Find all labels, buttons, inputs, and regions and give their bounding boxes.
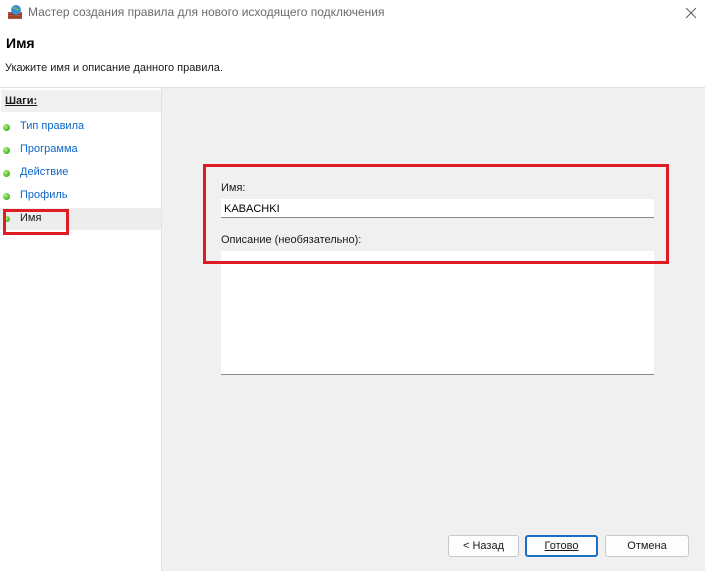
title-bar: Мастер создания правила для нового исход… <box>0 0 705 26</box>
step-label: Тип правила <box>20 120 85 132</box>
steps-sidebar: Шаги: Тип правила Программа Действие Про… <box>0 88 162 571</box>
steps-label: Шаги: <box>5 95 38 107</box>
wizard-header: Имя Укажите имя и описание данного прави… <box>0 26 705 88</box>
steps-header: Шаги: <box>1 90 161 112</box>
close-button[interactable] <box>680 3 702 23</box>
window-title: Мастер создания правила для нового исход… <box>28 5 385 19</box>
step-rule-type[interactable]: Тип правила <box>0 116 161 138</box>
page-title: Имя <box>6 35 35 51</box>
highlight-box-step <box>3 209 69 235</box>
back-button[interactable]: < Назад <box>448 535 519 557</box>
cancel-button[interactable]: Отмена <box>605 535 689 557</box>
step-status-icon <box>3 124 10 131</box>
close-icon <box>685 7 697 19</box>
description-textarea[interactable] <box>221 251 654 375</box>
step-status-icon <box>3 193 10 200</box>
step-profile[interactable]: Профиль <box>0 185 161 207</box>
finish-button[interactable]: Готово <box>525 535 598 557</box>
step-action[interactable]: Действие <box>0 162 161 184</box>
step-label: Действие <box>20 166 69 178</box>
page-subtitle: Укажите имя и описание данного правила. <box>5 62 223 74</box>
highlight-box-fields <box>203 164 669 264</box>
step-label: Профиль <box>20 189 68 201</box>
firewall-globe-icon <box>7 4 23 20</box>
finish-button-label: Готово <box>544 540 579 552</box>
step-program[interactable]: Программа <box>0 139 161 161</box>
wizard-body: Шаги: Тип правила Программа Действие Про… <box>0 88 705 571</box>
step-label: Программа <box>20 143 78 155</box>
step-status-icon <box>3 170 10 177</box>
step-status-icon <box>3 147 10 154</box>
